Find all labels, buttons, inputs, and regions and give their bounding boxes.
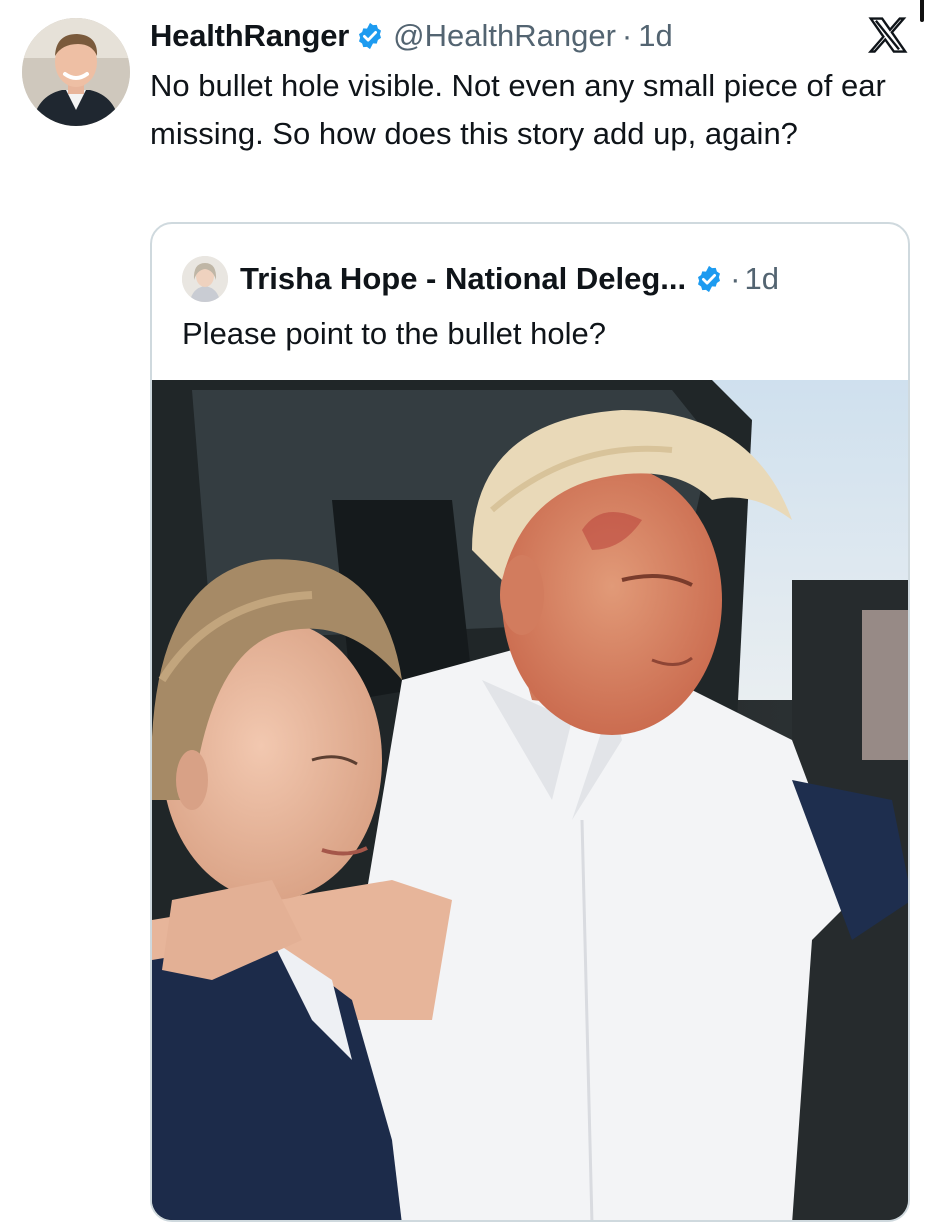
- quoted-tweet-photo[interactable]: [152, 380, 908, 1220]
- quoted-tweet-timestamp[interactable]: 1d: [744, 261, 778, 297]
- quoted-header-separator: ·: [730, 261, 741, 296]
- author-display-name[interactable]: HealthRanger: [150, 18, 349, 54]
- tweet-header: HealthRanger @HealthRanger · 1d: [150, 14, 673, 58]
- quoted-author-avatar[interactable]: [182, 256, 228, 302]
- tweet-text: No bullet hole visible. Not even any sma…: [150, 68, 886, 151]
- screen-edge-indicator: [920, 0, 924, 22]
- news-photo-image: [152, 380, 908, 1220]
- header-separator: ·: [621, 18, 633, 53]
- quoted-avatar-image: [182, 256, 228, 302]
- avatar-image: [22, 18, 130, 126]
- quoted-tweet-text: Please point to the bullet hole?: [182, 316, 606, 351]
- verified-badge-icon: [359, 22, 382, 50]
- author-avatar[interactable]: [22, 18, 130, 126]
- author-handle[interactable]: @HealthRanger: [393, 18, 616, 54]
- quoted-tweet-card[interactable]: Trisha Hope - National Deleg... · 1d Ple…: [150, 222, 910, 1222]
- quoted-author-display-name[interactable]: Trisha Hope - National Deleg...: [240, 261, 686, 297]
- quoted-tweet-header: Trisha Hope - National Deleg... · 1d: [182, 254, 779, 304]
- tweet-timestamp[interactable]: 1d: [638, 18, 672, 54]
- quoted-verified-badge-icon: [698, 265, 721, 293]
- x-logo-icon[interactable]: [866, 14, 910, 58]
